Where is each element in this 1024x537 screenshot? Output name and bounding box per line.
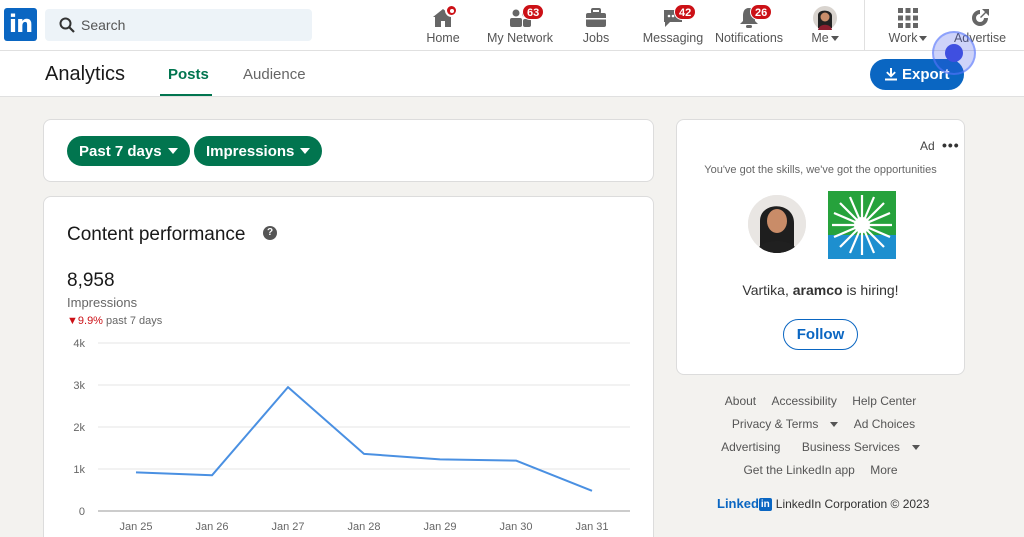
footer-row-1: About Accessibility Help Center: [676, 394, 965, 408]
chart-x-tick-label: Jan 29: [423, 521, 456, 533]
work-chevron-down-icon: [919, 36, 928, 42]
hiring-message: Vartika, aramco is hiring!: [677, 282, 964, 298]
search-box[interactable]: [45, 9, 312, 41]
nav-work-label: Work: [882, 31, 934, 45]
messaging-badge: 42: [674, 4, 697, 20]
chart-y-tick-label: 0: [79, 506, 85, 518]
advertise-icon: [972, 9, 989, 26]
cursor-highlight: [932, 31, 976, 75]
footer-brand: Linked in LinkedIn Corporation © 2023: [717, 496, 929, 511]
hiring-member-name: Vartika,: [742, 282, 793, 298]
nav-me[interactable]: Me: [802, 0, 848, 51]
chart-x-tick-label: Jan 26: [195, 521, 228, 533]
chart-y-tick-label: 4k: [73, 338, 85, 350]
linkedin-logo[interactable]: in: [4, 8, 37, 41]
filter-card: Past 7 days Impressions: [43, 119, 654, 182]
date-range-dropdown[interactable]: Past 7 days: [67, 136, 190, 166]
chart-x-tick-label: Jan 27: [271, 521, 304, 533]
nav-messaging[interactable]: 42 Messaging: [640, 0, 706, 51]
home-notification-dot: [445, 4, 458, 17]
active-tab-indicator: [160, 94, 212, 96]
nav-notifications-label: Notifications: [714, 31, 784, 45]
tab-posts[interactable]: Posts: [168, 66, 209, 83]
download-icon: [885, 68, 897, 81]
content-performance-card: Content performance ? 8,958 Impressions …: [43, 196, 654, 537]
footer-row-2: Privacy & Terms Ad Choices: [676, 417, 965, 431]
nav-jobs[interactable]: Jobs: [572, 0, 620, 51]
nav-jobs-label: Jobs: [582, 31, 610, 45]
footer-more-link[interactable]: More: [870, 463, 897, 477]
search-icon: [59, 17, 75, 33]
nav-me-label: Me: [802, 31, 848, 45]
business-chevron-down-icon: [911, 445, 920, 451]
top-navigation-bar: in Home 63 My Network Jobs 42 Messaging …: [0, 0, 1024, 51]
footer-get-app-link[interactable]: Get the LinkedIn app: [743, 463, 854, 477]
linkedin-wordmark: Linked: [717, 496, 759, 511]
footer-ad-choices-link[interactable]: Ad Choices: [854, 417, 915, 431]
chart-series-line: [135, 386, 593, 492]
hiring-suffix: is hiring!: [842, 282, 899, 298]
impressions-line-chart: 0 1k 2k 3k 4k Jan 25 Jan 26 Jan 27 Jan 28 Jan 29 J…: [73, 338, 630, 533]
page-title: Analytics: [45, 63, 126, 85]
network-badge: 63: [522, 4, 545, 20]
nav-work[interactable]: Work: [882, 0, 934, 51]
notifications-badge: 26: [750, 4, 773, 20]
chart-y-tick-label: 3k: [73, 380, 85, 392]
tab-audience[interactable]: Audience: [243, 66, 306, 83]
chart-y-tick-label: 1k: [73, 464, 85, 476]
briefcase-icon: [586, 8, 606, 27]
ad-card: Ad ••• You've got the skills, we've got …: [676, 119, 965, 375]
copyright: LinkedIn Corporation © 2023: [775, 497, 930, 511]
footer-privacy-terms-link[interactable]: Privacy & Terms: [726, 417, 839, 431]
chart-x-tick-label: Jan 25: [119, 521, 152, 533]
nav-my-network[interactable]: 63 My Network: [484, 0, 556, 51]
nav-messaging-label: Messaging: [642, 31, 704, 45]
footer-about-link[interactable]: About: [725, 394, 756, 408]
footer-accessibility-link[interactable]: Accessibility: [771, 394, 836, 408]
grid-apps-icon: [898, 8, 918, 28]
aramco-logo: [828, 191, 896, 259]
profile-avatar-icon: [813, 6, 837, 30]
chart-x-tick-label: Jan 31: [575, 521, 608, 533]
footer-business-services-link[interactable]: Business Services: [796, 440, 920, 454]
follow-button[interactable]: Follow: [783, 319, 858, 350]
footer-row-3: Advertising Business Services: [676, 440, 965, 454]
chart-x-tick-label: Jan 30: [499, 521, 532, 533]
hiring-company: aramco: [792, 282, 843, 298]
nav-home[interactable]: Home: [418, 0, 468, 51]
nav-divider: [864, 0, 865, 51]
nav-my-network-label: My Network: [487, 31, 553, 45]
ad-tagline: You've got the skills, we've got the opp…: [704, 164, 937, 176]
member-avatar: [748, 195, 806, 253]
nav-notifications[interactable]: 26 Notifications: [714, 0, 784, 51]
more-options-icon[interactable]: •••: [942, 137, 960, 153]
chart-y-tick-label: 2k: [73, 422, 85, 434]
footer-advertising-link[interactable]: Advertising: [721, 440, 780, 454]
cursor-dot: [945, 44, 963, 62]
privacy-chevron-down-icon: [830, 422, 839, 428]
analytics-header: Analytics Posts Audience Export: [0, 51, 1024, 97]
footer-row-4: Get the LinkedIn app More: [676, 463, 965, 477]
chart-x-tick-label: Jan 28: [347, 521, 380, 533]
ad-label: Ad: [920, 139, 935, 153]
nav-home-label: Home: [426, 31, 460, 45]
search-input[interactable]: [81, 9, 301, 41]
linkedin-in-logo: in: [758, 498, 772, 511]
footer-help-center-link[interactable]: Help Center: [852, 394, 916, 408]
me-chevron-down-icon: [830, 36, 839, 42]
metric-dropdown[interactable]: Impressions: [194, 136, 323, 166]
